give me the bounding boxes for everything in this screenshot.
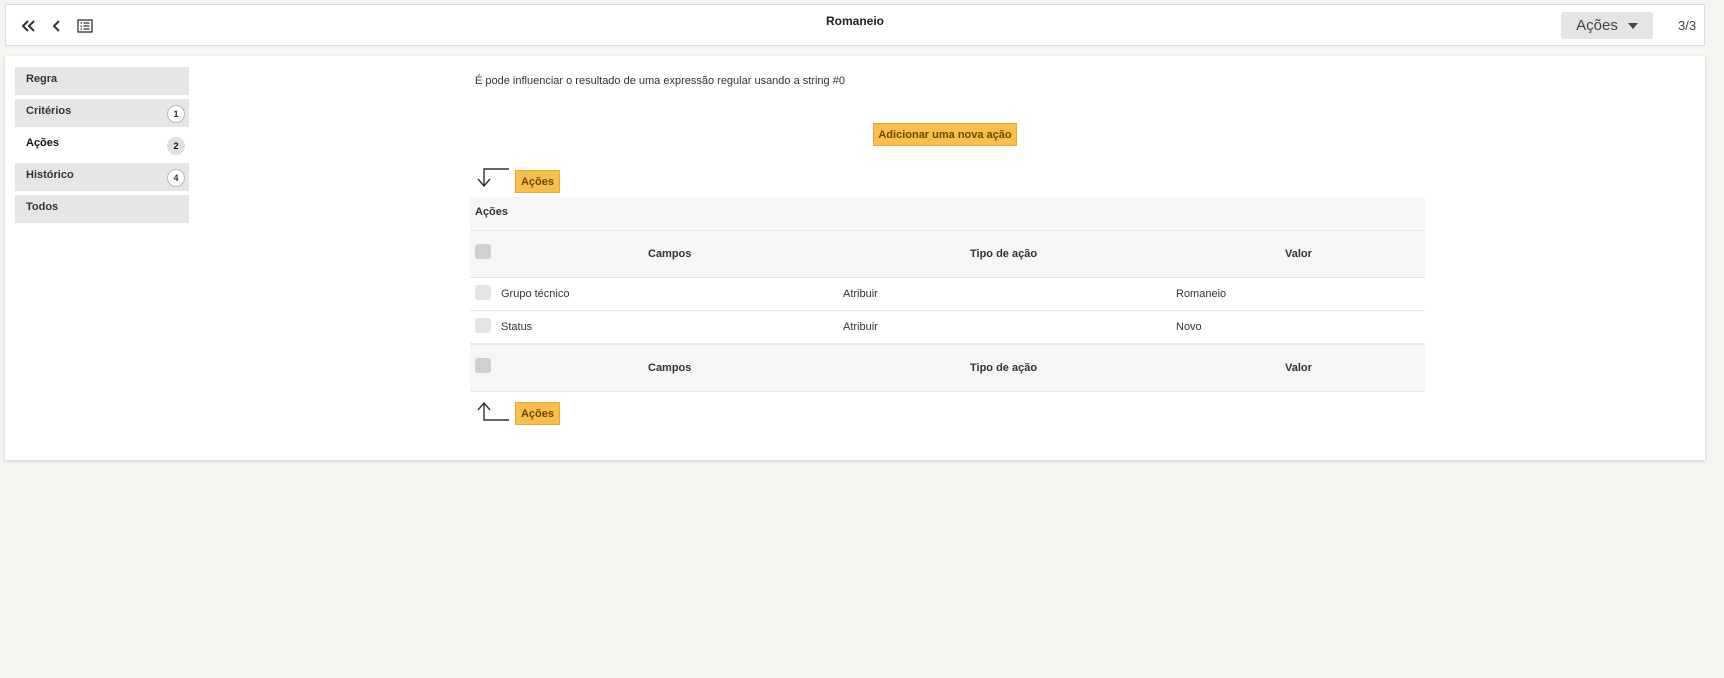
pager: 3/3 bbox=[1678, 18, 1697, 33]
header-tipo-acao: Tipo de ação bbox=[970, 248, 1038, 260]
header-campos: Campos bbox=[648, 248, 692, 260]
actions-section-top-button[interactable]: Ações bbox=[515, 170, 560, 193]
info-text: É pode influenciar o resultado de uma ex… bbox=[475, 75, 845, 87]
double-chevron-left-icon[interactable] bbox=[20, 17, 38, 35]
count-badge: 1 bbox=[167, 105, 185, 123]
sidebar-item-label: Critérios bbox=[26, 105, 72, 117]
sidebar-item-regra[interactable]: Regra bbox=[15, 67, 189, 95]
cell-valor: Romaneio bbox=[1176, 288, 1227, 300]
actions-section-bottom-button[interactable]: Ações bbox=[515, 402, 560, 425]
count-badge: 4 bbox=[167, 169, 185, 187]
footer-campos: Campos bbox=[648, 362, 692, 374]
table-title: Ações bbox=[470, 197, 1425, 230]
chevron-left-icon[interactable] bbox=[48, 17, 66, 35]
select-all-checkbox[interactable] bbox=[475, 358, 491, 373]
sidebar-item-label: Todos bbox=[26, 201, 59, 213]
footer-tipo-acao: Tipo de ação bbox=[970, 362, 1038, 374]
cell-tipo: Atribuir bbox=[843, 288, 878, 300]
sidebar-item-acoes[interactable]: Ações 2 bbox=[15, 131, 189, 159]
count-badge: 2 bbox=[167, 137, 185, 155]
arrow-up-corner-icon bbox=[477, 401, 509, 421]
arrow-down-corner-icon bbox=[477, 168, 509, 188]
actions-dropdown[interactable]: Ações bbox=[1561, 12, 1653, 39]
sidebar-item-label: Ações bbox=[26, 137, 60, 149]
select-all-checkbox[interactable] bbox=[475, 244, 491, 259]
table-row[interactable]: Status Atribuir Novo bbox=[470, 311, 1425, 344]
row-checkbox[interactable] bbox=[475, 318, 491, 333]
sidebar-item-criterios[interactable]: Critérios 1 bbox=[15, 99, 189, 127]
footer-valor: Valor bbox=[1285, 362, 1312, 374]
row-checkbox[interactable] bbox=[475, 285, 491, 300]
sidebar-item-label: Regra bbox=[26, 73, 58, 85]
page-title: Romaneio bbox=[825, 14, 884, 28]
cell-valor: Novo bbox=[1176, 321, 1202, 333]
list-icon[interactable] bbox=[76, 17, 94, 35]
main-card: Regra Critérios 1 Ações 2 Histórico 4 To… bbox=[5, 56, 1705, 460]
nav-icons bbox=[20, 17, 94, 35]
sidebar-item-todos[interactable]: Todos bbox=[15, 195, 189, 223]
sidebar-item-label: Histórico bbox=[26, 169, 74, 181]
table-footer: Campos Tipo de ação Valor bbox=[470, 344, 1425, 392]
cell-campo: Grupo técnico bbox=[501, 288, 570, 300]
add-action-button[interactable]: Adicionar uma nova ação bbox=[873, 123, 1017, 146]
header-valor: Valor bbox=[1285, 248, 1312, 260]
top-bar: Romaneio Ações 3/3 bbox=[5, 4, 1705, 46]
sidebar-item-historico[interactable]: Histórico 4 bbox=[15, 163, 189, 191]
table-header: Campos Tipo de ação Valor bbox=[470, 230, 1425, 278]
cell-tipo: Atribuir bbox=[843, 321, 878, 333]
table-row[interactable]: Grupo técnico Atribuir Romaneio bbox=[470, 278, 1425, 311]
actions-dropdown-label: Ações bbox=[1576, 17, 1618, 34]
caret-down-icon bbox=[1627, 22, 1638, 29]
cell-campo: Status bbox=[501, 321, 533, 333]
